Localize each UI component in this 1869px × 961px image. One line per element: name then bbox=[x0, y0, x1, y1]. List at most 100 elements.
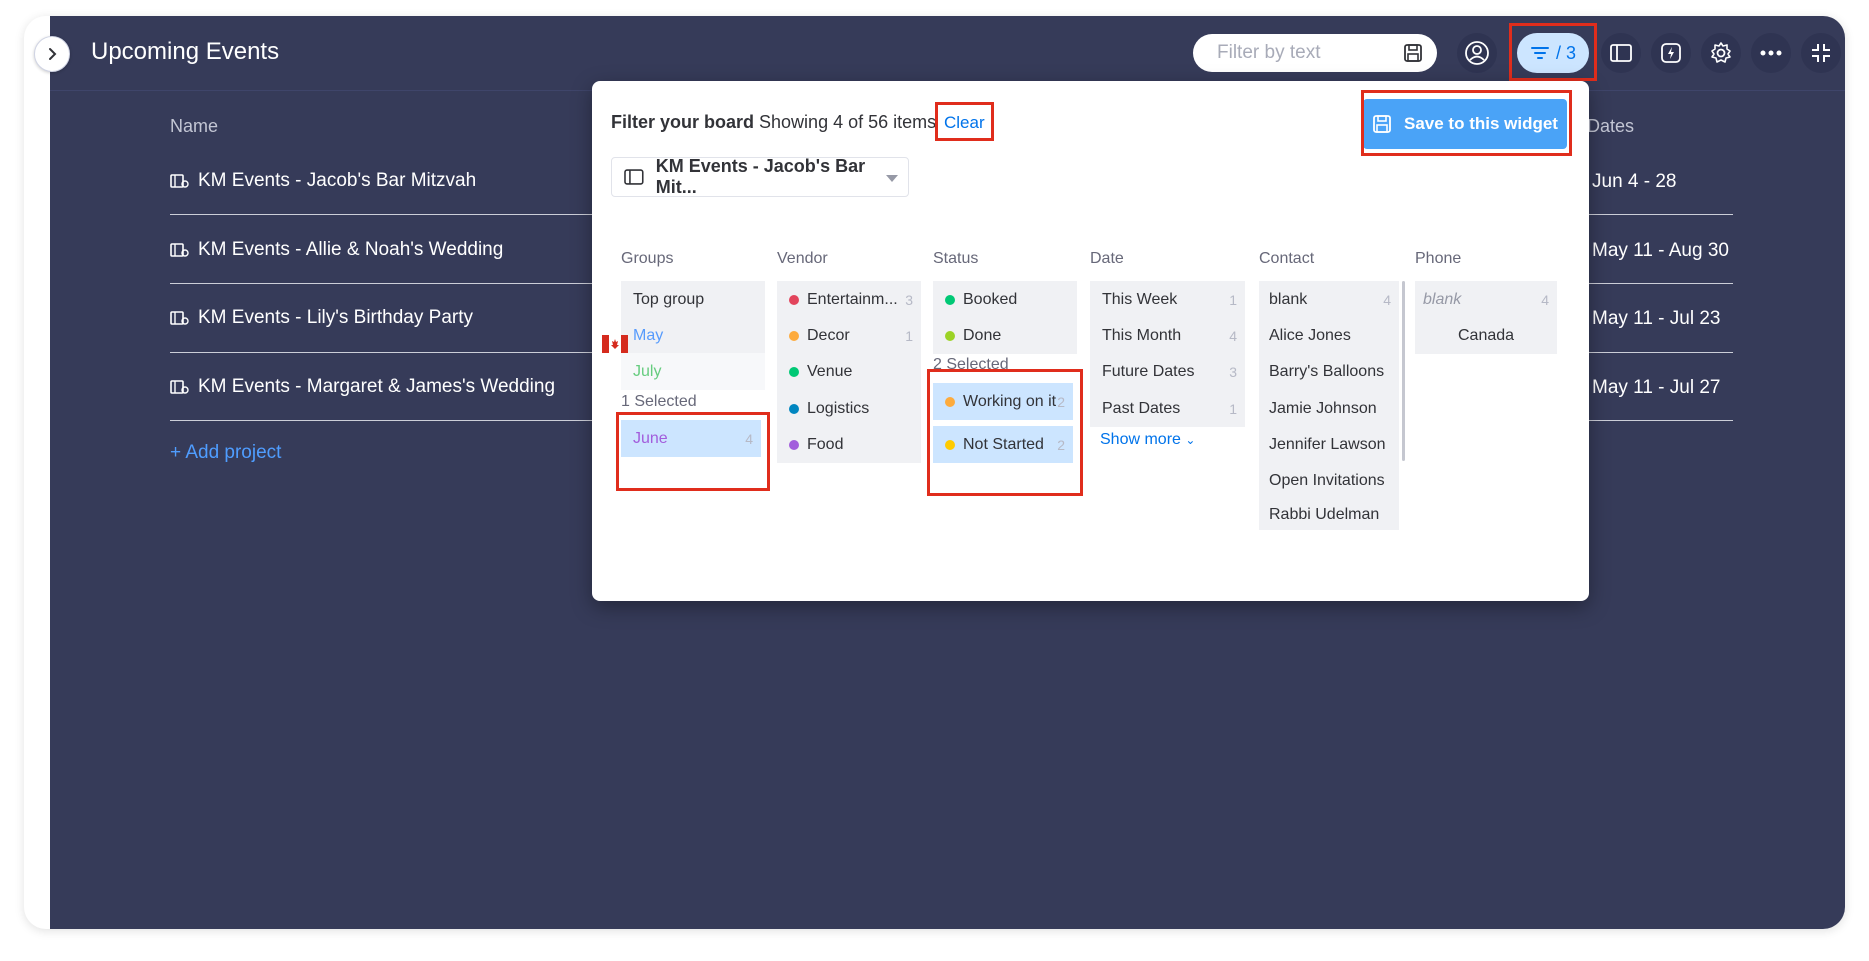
table-row[interactable]: KM Events - Allie & Noah's Wedding bbox=[170, 239, 503, 261]
filter-option-canada[interactable]: Canada bbox=[1415, 317, 1557, 354]
filter-option-june[interactable]: June 4 bbox=[621, 420, 761, 457]
person-icon bbox=[1465, 41, 1489, 65]
table-row[interactable]: KM Events - Lily's Birthday Party bbox=[170, 307, 473, 329]
option-label: blank bbox=[1423, 290, 1462, 308]
filter-option-this-month[interactable]: This Month 4 bbox=[1090, 317, 1245, 354]
sidebar-toggle-button[interactable] bbox=[1601, 33, 1641, 73]
board-select-dropdown[interactable]: KM Events - Jacob's Bar Mit... bbox=[611, 156, 909, 197]
filter-option-decor[interactable]: Decor 1 bbox=[777, 317, 921, 354]
chevron-down-icon: ⌄ bbox=[1185, 433, 1196, 447]
filter-option-done[interactable]: Done bbox=[933, 317, 1077, 354]
collapse-icon bbox=[1812, 44, 1830, 62]
add-project-link[interactable]: + Add project bbox=[170, 442, 281, 464]
status-dot bbox=[789, 439, 799, 450]
clear-filters-link[interactable]: Clear bbox=[944, 113, 985, 133]
filter-option-venue[interactable]: Venue bbox=[777, 353, 921, 390]
column-header-phone: Phone bbox=[1415, 250, 1462, 267]
contact-scrollbar[interactable] bbox=[1402, 281, 1405, 461]
project-name: KM Events - Lily's Birthday Party bbox=[198, 307, 473, 328]
filter-option-top-group[interactable]: Top group bbox=[621, 281, 765, 318]
save-to-widget-button[interactable]: Save to this widget bbox=[1363, 99, 1567, 149]
option-label: Alice Jones bbox=[1269, 326, 1351, 344]
option-count: 1 bbox=[905, 327, 913, 344]
filter-option-food[interactable]: Food bbox=[777, 426, 921, 463]
chevron-down-icon bbox=[886, 175, 898, 182]
filter-text-input[interactable]: Filter by text bbox=[1193, 34, 1437, 72]
column-header-groups: Groups bbox=[621, 250, 674, 267]
filter-option-open-invitations[interactable]: Open Invitations bbox=[1259, 462, 1399, 499]
status-dot bbox=[789, 366, 799, 377]
option-count: 1 bbox=[1229, 400, 1237, 417]
project-dates: May 11 - Aug 30 bbox=[1592, 240, 1729, 261]
option-label: Entertainm... bbox=[807, 290, 898, 308]
filter-popup: Filter your board Showing 4 of 56 items … bbox=[592, 81, 1589, 601]
option-label: Jamie Johnson bbox=[1269, 399, 1377, 417]
project-name: KM Events - Jacob's Bar Mitzvah bbox=[198, 170, 477, 191]
filter-option-may[interactable]: May bbox=[621, 317, 765, 354]
collapse-button[interactable] bbox=[1801, 33, 1841, 73]
filter-option-barrys-balloons[interactable]: Barry's Balloons bbox=[1259, 353, 1399, 390]
filter-option-jennifer-lawson[interactable]: Jennifer Lawson bbox=[1259, 426, 1399, 463]
filter-count: / 3 bbox=[1555, 42, 1576, 63]
board-icon bbox=[170, 311, 189, 325]
board-icon bbox=[170, 174, 189, 188]
filter-icon bbox=[1530, 47, 1549, 59]
filter-option-entertainment[interactable]: Entertainm... 3 bbox=[777, 281, 921, 318]
filter-option-blank[interactable]: blank 4 bbox=[1259, 281, 1399, 318]
panel-icon bbox=[1610, 44, 1632, 62]
filter-option-working-on-it[interactable]: Working on it 2 bbox=[933, 383, 1073, 420]
board-icon bbox=[170, 380, 189, 394]
status-dot bbox=[945, 439, 955, 450]
column-header-name: Name bbox=[170, 116, 219, 136]
filter-option-july[interactable]: July bbox=[621, 353, 765, 390]
option-count: 2 bbox=[1057, 436, 1065, 453]
status-dot bbox=[945, 294, 955, 305]
column-header-contact: Contact bbox=[1259, 250, 1315, 267]
option-count: 4 bbox=[1383, 291, 1391, 308]
filter-option-phone-blank[interactable]: blank 4 bbox=[1415, 281, 1557, 318]
filter-option-this-week[interactable]: This Week 1 bbox=[1090, 281, 1245, 318]
filter-option-booked[interactable]: Booked bbox=[933, 281, 1077, 318]
option-label: Logistics bbox=[807, 399, 870, 417]
option-count: 3 bbox=[905, 291, 913, 308]
filter-option-past-dates[interactable]: Past Dates 1 bbox=[1090, 390, 1245, 427]
column-header-dates: Dates bbox=[1587, 116, 1635, 136]
more-options-button[interactable] bbox=[1751, 33, 1791, 73]
option-count: 3 bbox=[1229, 363, 1237, 380]
lightning-icon bbox=[1661, 43, 1681, 63]
filter-button[interactable]: / 3 bbox=[1517, 33, 1589, 73]
option-label: Venue bbox=[807, 362, 853, 380]
filter-option-jamie-johnson[interactable]: Jamie Johnson bbox=[1259, 390, 1399, 427]
project-name: KM Events - Allie & Noah's Wedding bbox=[198, 239, 504, 260]
more-dots-icon bbox=[1760, 50, 1782, 56]
option-label: June bbox=[633, 429, 668, 447]
groups-selected-label: 1 Selected bbox=[621, 393, 697, 410]
filter-option-rabbi-udelman[interactable]: Rabbi Udelman bbox=[1259, 499, 1399, 530]
option-label: Decor bbox=[807, 326, 850, 344]
option-label: Booked bbox=[963, 290, 1018, 308]
table-row[interactable]: KM Events - Margaret & James's Wedding bbox=[170, 376, 555, 398]
save-filter-icon[interactable] bbox=[1403, 43, 1423, 63]
expand-sidebar-button[interactable] bbox=[34, 36, 70, 72]
save-button-label: Save to this widget bbox=[1404, 114, 1558, 133]
table-row[interactable]: KM Events - Jacob's Bar Mitzvah bbox=[170, 170, 476, 192]
filter-title: Filter your board bbox=[611, 112, 755, 132]
option-label: Done bbox=[963, 326, 1002, 344]
project-name: KM Events - Margaret & James's Wedding bbox=[198, 376, 556, 397]
show-more-link[interactable]: Show more ⌄ bbox=[1100, 431, 1195, 449]
filter-option-future-dates[interactable]: Future Dates 3 bbox=[1090, 353, 1245, 390]
status-dot bbox=[789, 294, 799, 305]
option-label: Rabbi Udelman bbox=[1269, 505, 1380, 523]
showing-count: Showing 4 of 56 items bbox=[759, 112, 937, 132]
filter-option-alice-jones[interactable]: Alice Jones bbox=[1259, 317, 1399, 354]
option-label: This Month bbox=[1102, 326, 1182, 344]
option-label: Top group bbox=[633, 290, 705, 308]
filter-option-logistics[interactable]: Logistics bbox=[777, 390, 921, 427]
automations-button[interactable] bbox=[1651, 33, 1691, 73]
settings-button[interactable] bbox=[1701, 33, 1741, 73]
person-filter-button[interactable] bbox=[1457, 33, 1497, 73]
option-label: Jennifer Lawson bbox=[1269, 435, 1386, 453]
save-icon bbox=[1373, 115, 1391, 133]
status-dot bbox=[945, 396, 955, 407]
filter-option-not-started[interactable]: Not Started 2 bbox=[933, 426, 1073, 463]
